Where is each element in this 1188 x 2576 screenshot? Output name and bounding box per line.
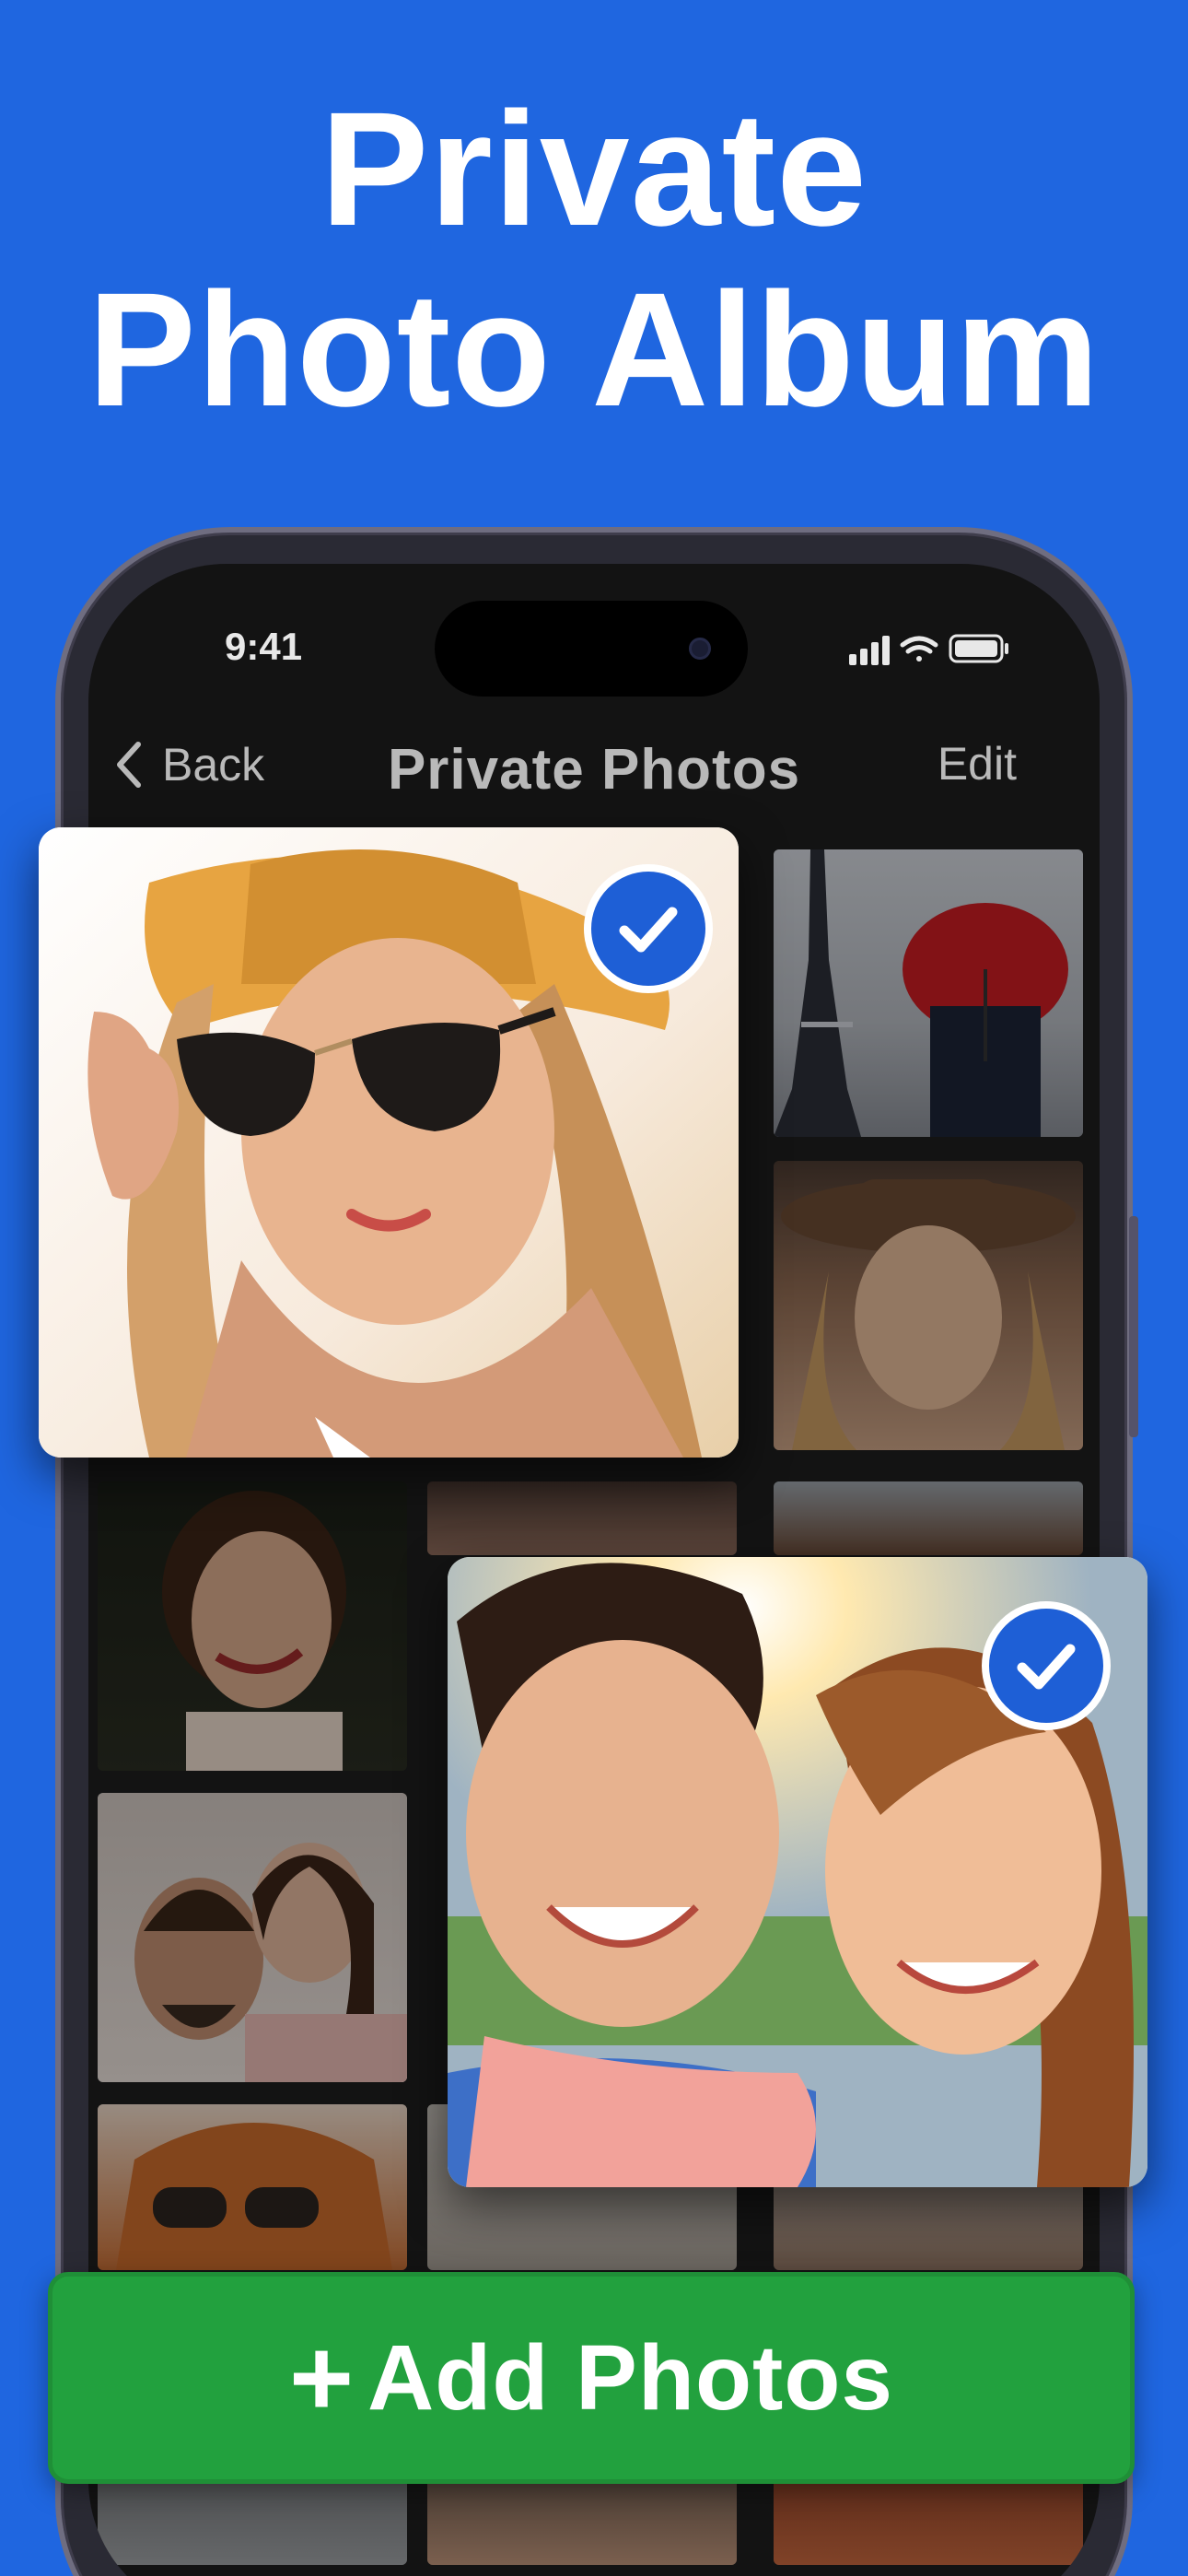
photo-thumbnail-woman-brown-hat[interactable] <box>774 1161 1083 1450</box>
photo-thumbnail-man-hair-top[interactable] <box>774 1481 1083 1555</box>
photo-thumbnail-woman-sunglasses-red-hair[interactable] <box>98 2104 407 2270</box>
photo-thumbnail-eiffel-umbrella[interactable] <box>774 849 1083 1137</box>
navigation-bar: Back Private Photos Edit <box>88 709 1100 829</box>
selected-photo-woman-straw-hat[interactable] <box>39 827 739 1458</box>
checkmark-icon <box>1017 1644 1076 1690</box>
dynamic-island <box>435 601 748 697</box>
edit-button[interactable]: Edit <box>938 737 1017 790</box>
photo-thumbnail-woman-earrings[interactable] <box>98 1481 407 1771</box>
selected-check-badge[interactable] <box>982 1601 1111 1730</box>
battery-icon <box>949 634 1008 663</box>
camera-icon <box>689 638 711 660</box>
status-time: 9:41 <box>225 625 303 668</box>
thumbnail-dim-overlay <box>774 849 1083 1137</box>
selected-photo-couple-selfie[interactable] <box>448 1557 1147 2187</box>
add-photos-button[interactable]: + Add Photos <box>48 2272 1135 2484</box>
photo-thumbnail-couple-lying[interactable] <box>98 1793 407 2082</box>
selected-check-badge[interactable] <box>584 864 713 993</box>
signal-icon <box>849 636 890 665</box>
plus-icon: + <box>288 2316 355 2440</box>
checkmark-icon <box>619 907 678 953</box>
photo-thumbnail-man-face-top[interactable] <box>427 1481 737 1555</box>
headline-line-1: Private <box>320 79 868 260</box>
headline-line-2: Photo Album <box>87 260 1101 440</box>
wifi-icon <box>900 636 938 662</box>
add-photos-label: Add Photos <box>367 2325 894 2430</box>
phone-side-button <box>1129 1216 1138 1437</box>
status-icons <box>849 630 1015 667</box>
headline: Private Photo Album <box>0 79 1188 440</box>
